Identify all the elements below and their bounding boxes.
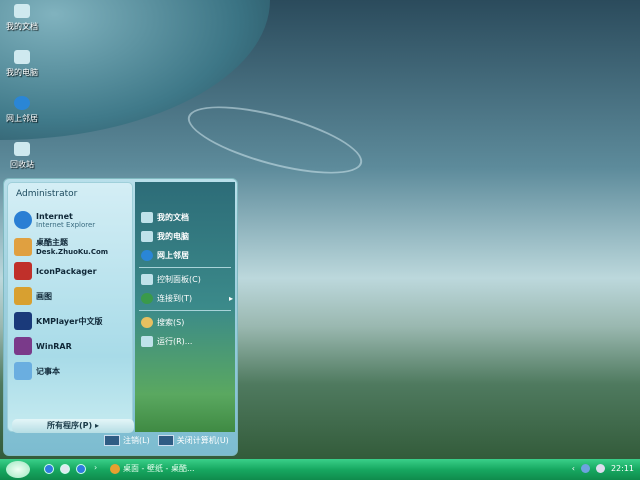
folder-icon <box>14 4 30 18</box>
ie-icon <box>14 211 32 229</box>
item-label: 我的电脑 <box>157 232 189 241</box>
menu-item-notepad[interactable]: 记事本 <box>14 362 60 380</box>
desktop-icon-my-documents[interactable]: 我的文档 <box>2 4 42 32</box>
folder-icon <box>141 212 153 223</box>
start-menu-footer: 注销(L) 关闭计算机(U) <box>104 435 229 446</box>
computer-icon <box>14 50 30 64</box>
item-label: 连接到(T) <box>157 294 193 303</box>
arrow-right-icon: ▸ <box>94 421 99 430</box>
network-connection-icon <box>141 293 153 304</box>
menu-item-internet[interactable]: Internet Internet Explorer <box>14 211 95 229</box>
item-title: WinRAR <box>36 341 72 351</box>
taskbar: › 桌面 - 壁纸 - 桌酷... ‹ 22:11 <box>0 459 640 480</box>
item-title: IconPackager <box>36 266 97 276</box>
chevron-left-icon[interactable]: ‹ <box>572 464 575 473</box>
item-subtitle: Internet Explorer <box>36 220 96 229</box>
run-icon <box>141 336 153 347</box>
start-menu: Administrator Internet Internet Explorer … <box>3 178 238 456</box>
kmplayer-icon <box>14 312 32 330</box>
power-icon <box>157 435 174 446</box>
arrow-right-icon: ▸ <box>228 294 233 303</box>
notepad-icon <box>14 362 32 380</box>
item-label: 搜索(S) <box>157 318 185 327</box>
menu-item-network[interactable]: 网上邻居 <box>141 250 189 261</box>
task-label: 桌面 - 壁纸 - 桌酷... <box>123 464 195 473</box>
item-title: 画图 <box>36 291 52 301</box>
item-label: 网上邻居 <box>157 251 189 260</box>
control-panel-icon <box>141 274 153 285</box>
item-label: 我的文档 <box>157 213 189 222</box>
menu-item-my-documents[interactable]: 我的文档 <box>141 212 189 223</box>
recycle-bin-icon <box>14 142 30 156</box>
ie-icon[interactable] <box>44 464 54 474</box>
logoff-icon <box>104 435 120 446</box>
menu-item-iconpackager[interactable]: IconPackager <box>14 262 97 280</box>
chevron-right-icon[interactable]: › <box>94 463 97 472</box>
system-tray: ‹ 22:11 <box>572 464 634 473</box>
all-programs-button[interactable]: 所有程序(P) ▸ <box>12 419 134 433</box>
globe-icon <box>141 250 153 261</box>
iconpackager-icon <box>14 262 32 280</box>
start-menu-left-pane: Administrator Internet Internet Explorer … <box>7 182 134 433</box>
desktop-icon-my-computer[interactable]: 我的电脑 <box>2 50 42 78</box>
item-title: Internet <box>36 211 73 221</box>
desktop-icon-network[interactable]: 网上邻居 <box>2 96 42 124</box>
ie-icon[interactable] <box>76 464 86 474</box>
volume-tray-icon[interactable] <box>595 464 605 473</box>
menu-item-search[interactable]: 搜索(S) <box>141 317 184 328</box>
icon-label: 回收站 <box>10 160 34 169</box>
divider <box>139 267 231 268</box>
network-tray-icon[interactable] <box>580 464 590 473</box>
divider <box>139 310 231 311</box>
item-title: 桌酷主题 <box>36 238 68 247</box>
menu-item-zhuoku[interactable]: 桌酷主题 Desk.ZhuoKu.Com <box>14 237 108 256</box>
icon-label: 我的文档 <box>6 22 38 31</box>
item-subtitle: Desk.ZhuoKu.Com <box>36 248 109 256</box>
taskbar-button[interactable]: 桌面 - 壁纸 - 桌酷... <box>110 463 195 474</box>
user-name: Administrator <box>16 189 78 199</box>
desktop-icon-recycle-bin[interactable]: 回收站 <box>2 142 42 170</box>
icon-label: 我的电脑 <box>6 68 38 77</box>
globe-icon <box>14 96 30 110</box>
item-label: 控制面板(C) <box>157 275 201 284</box>
computer-icon <box>141 231 153 242</box>
item-title: KMPlayer中文版 <box>36 316 103 326</box>
zhuoku-icon <box>14 237 32 256</box>
chrome-icon <box>110 463 120 474</box>
search-icon <box>141 317 153 328</box>
icon-label: 网上邻居 <box>6 114 38 123</box>
all-programs-label: 所有程序(P) <box>47 421 93 430</box>
logoff-label: 注销(L) <box>123 436 150 445</box>
item-title: 记事本 <box>36 366 60 376</box>
logoff-button[interactable]: 注销(L) <box>104 435 150 446</box>
paint-icon <box>14 287 32 305</box>
menu-item-winrar[interactable]: WinRAR <box>14 337 72 355</box>
start-button[interactable] <box>6 461 30 478</box>
menu-item-paint[interactable]: 画图 <box>14 287 52 305</box>
browser-icon[interactable] <box>60 464 70 474</box>
winrar-icon <box>14 337 32 355</box>
menu-item-connect-to[interactable]: 连接到(T) ▸ <box>141 293 233 304</box>
clock[interactable]: 22:11 <box>611 464 634 473</box>
item-label: 运行(R)... <box>157 337 193 346</box>
menu-item-control-panel[interactable]: 控制面板(C) <box>141 274 201 285</box>
menu-item-my-computer[interactable]: 我的电脑 <box>141 231 189 242</box>
shutdown-label: 关闭计算机(U) <box>176 436 229 445</box>
menu-item-kmplayer[interactable]: KMPlayer中文版 <box>14 312 103 330</box>
menu-item-run[interactable]: 运行(R)... <box>141 336 192 347</box>
wallpaper-ring <box>181 92 369 188</box>
start-menu-right-pane: 我的文档 我的电脑 网上邻居 控制面板(C) 连接到(T) ▸ 搜索(S) 运行(… <box>135 182 235 432</box>
shutdown-button[interactable]: 关闭计算机(U) <box>157 435 229 446</box>
